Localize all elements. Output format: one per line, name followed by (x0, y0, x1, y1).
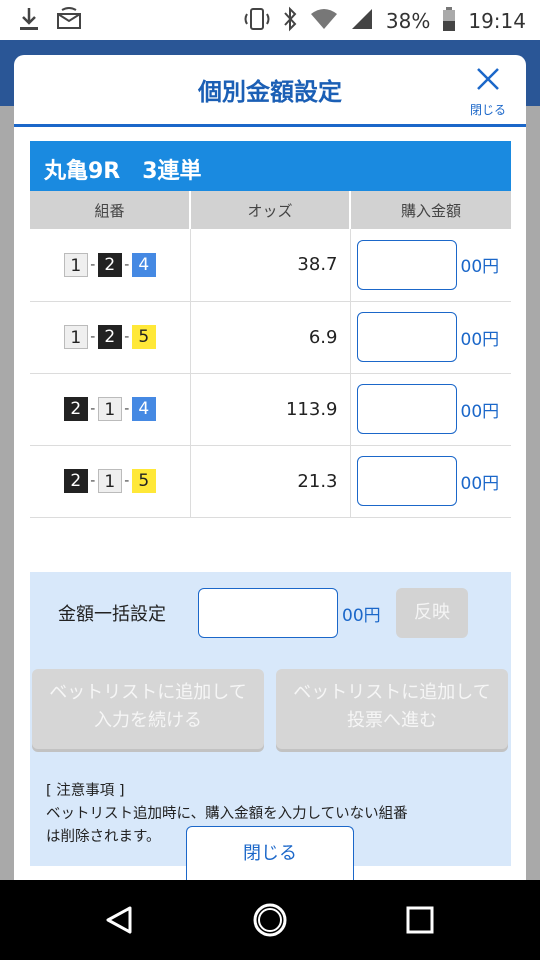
navigation-bar (0, 880, 540, 960)
amount-unit: 00円 (460, 473, 500, 494)
amount-cell: 00円 (350, 301, 511, 374)
boat-number: 4 (131, 397, 156, 421)
dialog-close-button[interactable]: 閉じる (464, 65, 512, 118)
home-icon[interactable] (250, 900, 290, 940)
table-row: 1-2-5 6.9 00円 (30, 301, 511, 374)
odds-value: 21.3 (190, 445, 351, 518)
header-odds: オッズ (190, 191, 351, 229)
add-and-continue-button[interactable]: ベットリストに追加して 入力を続ける (32, 669, 264, 749)
notice-line: ベットリスト追加時に、購入金額を入力していない組番 (46, 806, 408, 822)
action-panel: ベットリストに追加して 入力を続ける ベットリストに追加して 投票へ進む (30, 654, 511, 766)
amount-setting-dialog: 個別金額設定 閉じる 丸亀9R 3連単 組番 オッズ 購入金額 1-2-4 38… (14, 55, 526, 880)
bulk-setting-panel: 金額一括設定 00円 反映 (30, 572, 511, 654)
boat-number: 4 (131, 252, 156, 277)
odds-value: 6.9 (190, 301, 351, 374)
header-combo: 組番 (30, 191, 191, 229)
combo-cell: 1-2-4 (30, 229, 191, 302)
battery-percentage: 38% (385, 9, 431, 33)
reflect-button[interactable]: 反映 (396, 588, 468, 638)
amount-unit: 00円 (460, 257, 500, 278)
signal-icon (350, 7, 374, 35)
amount-input[interactable] (356, 456, 457, 506)
bulk-amount-input[interactable] (198, 588, 338, 638)
status-bar: 38% 19:14 (0, 0, 540, 40)
dialog-title: 個別金額設定 (198, 78, 342, 106)
boat-number: 5 (131, 325, 156, 349)
dialog-header: 個別金額設定 閉じる (14, 55, 526, 127)
table-row: 2-1-5 21.3 00円 (30, 445, 511, 518)
wifi-icon (310, 7, 338, 35)
odds-value: 38.7 (190, 229, 351, 302)
race-label: 丸亀9R 3連単 (30, 141, 511, 191)
amount-unit: 00円 (460, 329, 500, 350)
table-row: 2-1-4 113.9 00円 (30, 373, 511, 446)
combo-cell: 2-1-5 (30, 445, 191, 518)
nfc-icon (244, 6, 270, 36)
boat-number: 2 (63, 469, 88, 493)
button-label-line1: ベットリストに追加して (293, 682, 491, 703)
button-label-line1: ベットリストに追加して (49, 682, 247, 703)
odds-value: 113.9 (190, 373, 351, 446)
combo-cell: 2-1-4 (30, 373, 191, 446)
amount-cell: 00円 (350, 445, 511, 518)
footer-close-button[interactable]: 閉じる (186, 826, 354, 880)
amount-unit: 00円 (460, 401, 500, 422)
sim-card-icon (56, 6, 82, 36)
bulk-unit: 00円 (342, 606, 381, 626)
clock: 19:14 (468, 9, 526, 33)
boat-number: 1 (63, 252, 88, 277)
amount-input[interactable] (356, 312, 457, 362)
notice-heading: [ 注意事項 ] (46, 783, 125, 799)
boat-number: 2 (97, 252, 122, 277)
boat-number: 1 (63, 325, 88, 349)
battery-icon (442, 6, 456, 36)
boat-number: 1 (97, 469, 122, 493)
close-label: 閉じる (469, 103, 506, 117)
header-amount: 購入金額 (350, 191, 511, 229)
boat-number: 2 (63, 397, 88, 421)
boat-number: 5 (131, 469, 156, 493)
download-icon (18, 6, 40, 36)
bulk-label: 金額一括設定 (58, 604, 166, 625)
boat-number: 2 (97, 325, 122, 349)
odds-table: 組番 オッズ 購入金額 1-2-4 38.7 00円 1-2-5 6.9 00円… (30, 191, 511, 518)
table-row: 1-2-4 38.7 00円 (30, 229, 511, 302)
button-label-line2: 投票へ進む (347, 710, 437, 731)
combo-cell: 1-2-5 (30, 301, 191, 374)
amount-cell: 00円 (350, 229, 511, 302)
add-and-vote-button[interactable]: ベットリストに追加して 投票へ進む (276, 669, 508, 749)
amount-cell: 00円 (350, 373, 511, 446)
boat-number: 1 (97, 397, 122, 421)
recents-icon[interactable] (400, 900, 440, 940)
amount-input[interactable] (356, 384, 457, 434)
back-icon[interactable] (100, 900, 140, 940)
button-label-line2: 入力を続ける (94, 710, 202, 731)
amount-input[interactable] (356, 239, 457, 290)
close-icon (464, 65, 512, 99)
bluetooth-icon (282, 6, 298, 36)
